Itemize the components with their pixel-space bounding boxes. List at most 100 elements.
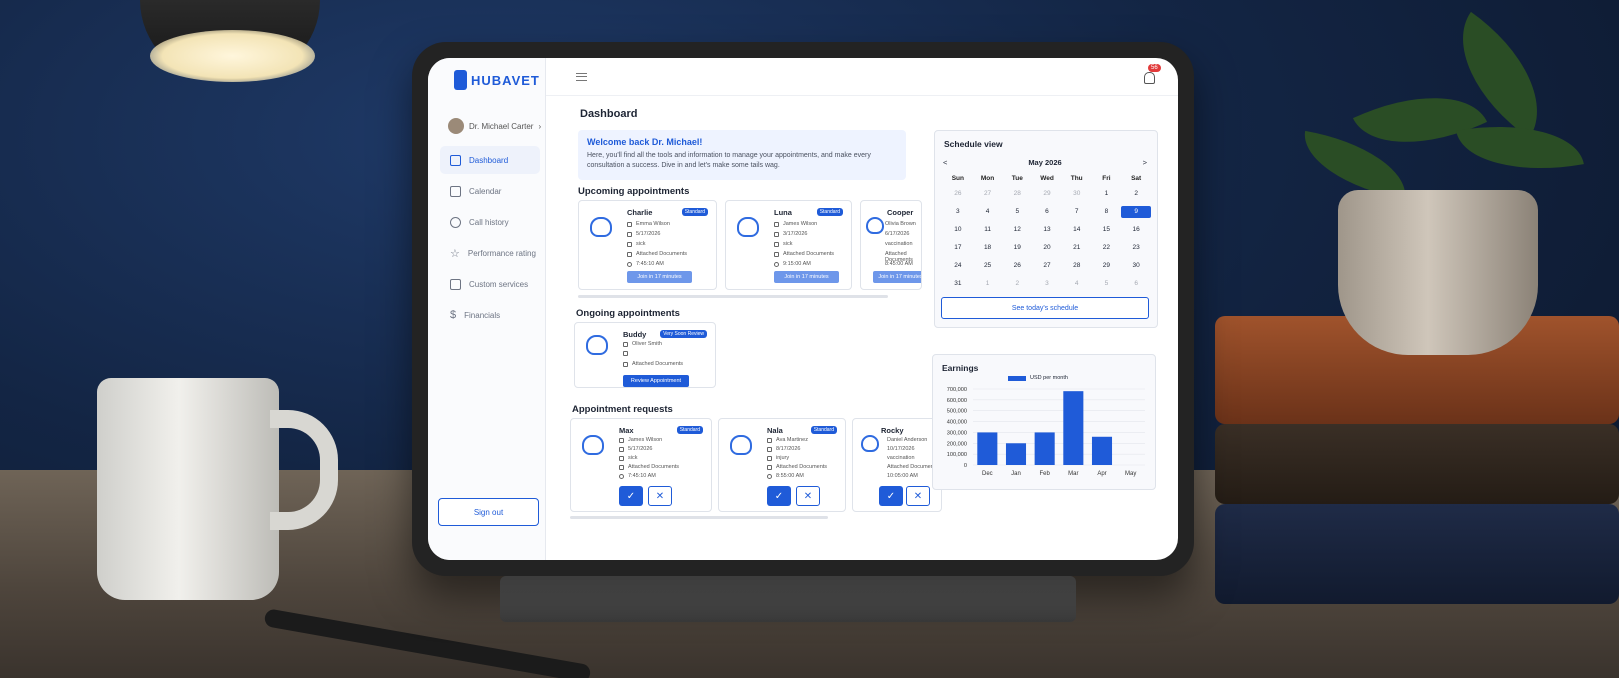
sign-out-button[interactable]: Sign out [438,498,539,526]
appointment-time: 10:05:00 AM [887,473,918,479]
calendar-day[interactable]: 12 [1002,224,1032,236]
decline-button[interactable]: ✕ [648,486,672,506]
menu-icon[interactable] [576,73,587,81]
documents-row[interactable]: Attached Documents [619,464,679,470]
calendar-day[interactable]: 3 [1032,278,1062,290]
ongoing-appointment-card[interactable]: Buddy Very Soon Review Oliver Smith Atta… [574,322,716,388]
horizontal-scrollbar[interactable] [578,295,888,298]
appointment-date: 10/17/2026 [887,446,915,452]
calendar-day[interactable]: 30 [1121,260,1151,272]
calendar-day[interactable]: 6 [1121,278,1151,290]
documents-row[interactable]: Attached Documents [623,361,683,367]
bell-icon[interactable] [1144,72,1155,84]
calendar-day[interactable]: 28 [1002,188,1032,200]
paw-icon [737,217,759,237]
calendar-day[interactable]: 24 [943,260,973,272]
accept-button[interactable]: ✓ [767,486,791,506]
x-tick-label: Feb [1039,471,1050,477]
calendar-day[interactable]: 8 [1092,206,1122,218]
calendar-day[interactable]: 4 [1062,278,1092,290]
documents-row[interactable]: Attached Documents [767,464,827,470]
chevron-right-icon[interactable]: > [1143,158,1147,168]
attachment-icon [623,361,628,367]
join-button[interactable]: Join in 17 minutes [627,271,692,283]
calendar-day[interactable]: 16 [1121,224,1151,236]
accept-button[interactable]: ✓ [879,486,903,506]
documents-row[interactable]: Attached Documents [887,464,938,470]
appointment-card[interactable]: Cooper Olivia Brown 6/17/2026 vaccinatio… [860,200,922,290]
see-todays-schedule-button[interactable]: See today's schedule [941,297,1149,319]
calendar-day[interactable]: 30 [1062,188,1092,200]
calendar-day[interactable]: 3 [943,206,973,218]
calendar-day[interactable]: 10 [943,224,973,236]
calendar-day[interactable]: 29 [1032,188,1062,200]
join-button[interactable]: Join in 17 minutes [873,271,921,283]
calendar-day[interactable]: 11 [973,224,1003,236]
calendar-day[interactable]: 26 [1002,260,1032,272]
appointment-request-card[interactable]: Max Standard James Wilson 5/17/2026 sick… [570,418,712,512]
calendar-day[interactable]: 31 [943,278,973,290]
accept-button[interactable]: ✓ [619,486,643,506]
appointment-request-card[interactable]: Rocky Daniel Anderson 10/17/2026 vaccina… [852,418,942,512]
sidebar-item-performance-rating[interactable]: ☆ Performance rating [440,239,540,267]
calendar-day[interactable]: 2 [1121,188,1151,200]
calendar-day[interactable]: 18 [973,242,1003,254]
calendar-day[interactable]: 19 [1002,242,1032,254]
calendar-day[interactable]: 4 [973,206,1003,218]
clipboard-icon [774,241,779,247]
decline-button[interactable]: ✕ [906,486,930,506]
sidebar-item-custom-services[interactable]: Custom services [440,270,540,298]
star-icon: ☆ [450,247,460,260]
calendar-icon [450,185,461,197]
documents-row[interactable]: Attached Documents [774,251,834,257]
calendar-day[interactable]: 17 [943,242,973,254]
owner-row: Daniel Anderson [887,437,927,443]
user-profile[interactable]: Dr. Michael Carter › [448,118,541,134]
join-button[interactable]: Join in 17 minutes [774,271,839,283]
decline-button[interactable]: ✕ [796,486,820,506]
sidebar-item-calendar[interactable]: Calendar [440,177,540,205]
calendar-day[interactable]: 21 [1062,242,1092,254]
calendar-day[interactable]: 5 [1002,206,1032,218]
weekday-label: Wed [1040,175,1054,182]
appointment-reason: injury [776,455,790,461]
paw-icon [582,435,604,455]
calendar-day[interactable]: 7 [1062,206,1092,218]
sidebar-item-financials[interactable]: $ Financials [440,301,540,329]
chevron-left-icon[interactable]: < [943,158,947,168]
calendar-day[interactable]: 15 [1092,224,1122,236]
calendar-day[interactable]: 26 [943,188,973,200]
calendar-day[interactable]: 2 [1002,278,1032,290]
calendar-day[interactable]: 13 [1032,224,1062,236]
calendar-day[interactable]: 1 [1092,188,1122,200]
documents-row[interactable]: Attached Documents [627,251,687,257]
calendar-day[interactable]: 27 [1032,260,1062,272]
calendar-day[interactable]: 6 [1032,206,1062,218]
appointment-card[interactable]: Luna Standard James Wilson 3/17/2026 sic… [725,200,852,290]
appointment-request-card[interactable]: Nala Standard Ava Martinez 8/17/2026 inj… [718,418,846,512]
horizontal-scrollbar[interactable] [570,516,828,519]
calendar-day[interactable]: 25 [973,260,1003,272]
calendar-day[interactable]: 22 [1092,242,1122,254]
attachment-icon [767,464,772,470]
calendar-day[interactable]: 14 [1062,224,1092,236]
schedule-title: Schedule view [944,139,1003,149]
review-appointment-button[interactable]: Review Appointment [623,375,689,387]
sidebar-item-dashboard[interactable]: Dashboard [440,146,540,174]
calendar-day[interactable]: 23 [1121,242,1151,254]
user-name: Dr. Michael Carter [469,121,534,131]
owner-row: James Wilson [774,221,817,227]
sidebar-item-call-history[interactable]: Call history [440,208,540,236]
appointment-time: 7:45:10 AM [628,473,656,479]
calendar-day[interactable]: 20 [1032,242,1062,254]
appointment-card[interactable]: Charlie Standard Emma Wilson 5/17/2026 s… [578,200,717,290]
person-icon [627,221,632,227]
calendar-day[interactable]: 27 [973,188,1003,200]
appointment-reason: sick [628,455,638,461]
calendar-day[interactable]: 1 [973,278,1003,290]
calendar-day[interactable]: 28 [1062,260,1092,272]
phone-icon [450,216,461,228]
calendar-day-selected[interactable]: 9 [1121,206,1151,218]
calendar-day[interactable]: 29 [1092,260,1122,272]
calendar-day[interactable]: 5 [1092,278,1122,290]
